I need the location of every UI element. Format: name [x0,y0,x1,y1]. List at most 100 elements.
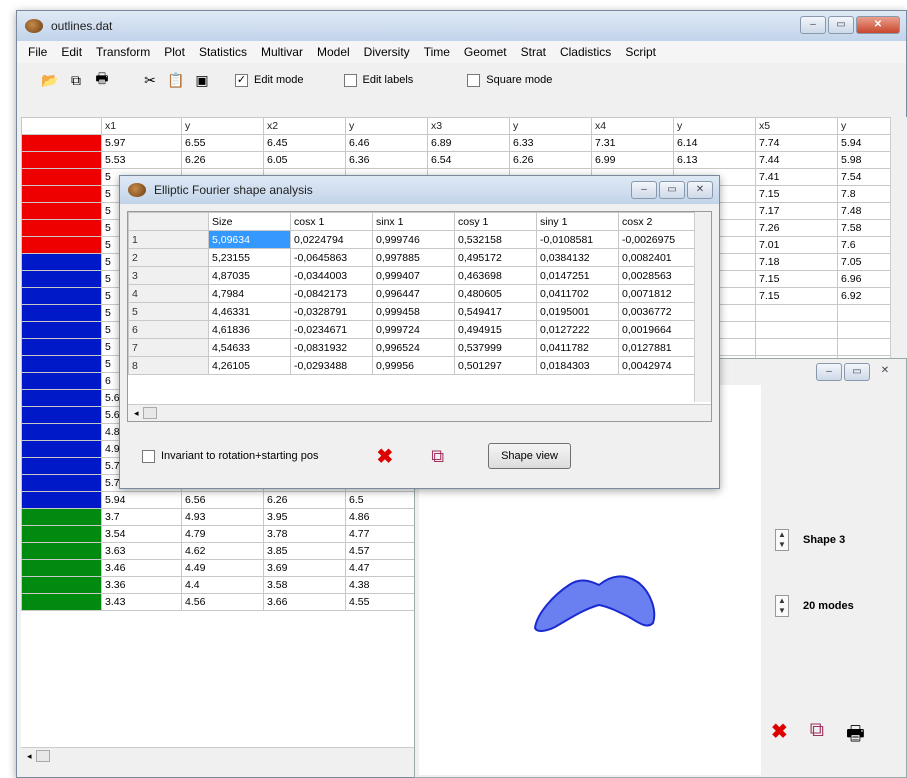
data-cell[interactable]: 3.69 [263,559,346,577]
row-header[interactable] [21,525,102,543]
data-cell[interactable]: 3.63 [101,542,182,560]
open-icon[interactable]: 📂 [39,69,61,91]
data-cell[interactable]: 6.33 [509,134,592,152]
row-header[interactable] [21,491,102,509]
row-header[interactable] [21,474,102,492]
data-cell[interactable]: -0,0108581 [536,230,619,249]
data-cell[interactable]: 4.93 [181,508,264,526]
row-header[interactable] [21,389,102,407]
data-cell[interactable]: -0,0234671 [290,320,373,339]
spreadsheet-hscroll[interactable]: ◂ [21,747,421,764]
column-header[interactable]: x2 [263,117,346,135]
row-header[interactable] [21,185,102,203]
data-cell[interactable]: 7.15 [755,270,838,288]
data-cell[interactable]: 6.05 [263,151,346,169]
data-cell[interactable]: 3.58 [263,576,346,594]
scroll-left-icon[interactable]: ◂ [27,751,32,762]
data-cell[interactable]: 4.4 [181,576,264,594]
row-number[interactable]: 7 [128,338,209,357]
data-cell[interactable]: 3.85 [263,542,346,560]
cut-icon[interactable]: ✂ [139,69,161,91]
data-cell[interactable]: 0,463698 [454,266,537,285]
data-cell[interactable]: 7.26 [755,219,838,237]
scroll-thumb[interactable] [142,407,157,419]
data-cell[interactable]: 7.31 [591,134,674,152]
column-header[interactable]: x5 [755,117,838,135]
close-button[interactable]: ✕ [872,363,898,381]
data-cell[interactable]: 0,999746 [372,230,455,249]
data-cell[interactable]: 7.15 [755,185,838,203]
data-cell[interactable] [755,304,838,322]
data-cell[interactable]: 5.94 [101,491,182,509]
data-cell[interactable]: 4,46331 [208,302,291,321]
row-header[interactable] [21,134,102,152]
data-cell[interactable] [755,321,838,339]
data-cell[interactable]: 4,87035 [208,266,291,285]
data-cell[interactable] [755,338,838,356]
data-cell[interactable]: 0,999458 [372,302,455,321]
menu-item[interactable]: Diversity [357,45,417,59]
data-cell[interactable]: 0,0147251 [536,266,619,285]
data-cell[interactable]: 0,0184303 [536,356,619,375]
copy-icon[interactable]: ⧉ [431,446,444,467]
close-button[interactable]: ✕ [856,16,900,34]
row-header[interactable] [21,151,102,169]
data-cell[interactable]: 0,996524 [372,338,455,357]
column-header[interactable]: x3 [427,117,510,135]
data-cell[interactable]: 0,0082401 [618,248,701,267]
data-cell[interactable]: 6.26 [181,151,264,169]
data-cell[interactable]: 0,997885 [372,248,455,267]
column-header[interactable]: sinx 1 [372,212,455,231]
column-header[interactable]: cosx 1 [290,212,373,231]
data-cell[interactable]: 0,999407 [372,266,455,285]
data-cell[interactable]: 0,0019664 [618,320,701,339]
data-cell[interactable]: -0,0842173 [290,284,373,303]
data-cell[interactable]: 4.49 [181,559,264,577]
data-cell[interactable]: 4,7984 [208,284,291,303]
data-cell[interactable]: 4.62 [181,542,264,560]
row-number[interactable]: 5 [128,302,209,321]
data-cell[interactable]: 7.18 [755,253,838,271]
row-header[interactable] [21,321,102,339]
row-header[interactable] [21,219,102,237]
data-cell[interactable]: 3.43 [101,593,182,611]
data-cell[interactable]: 0,495172 [454,248,537,267]
data-cell[interactable]: 4,26105 [208,356,291,375]
data-cell[interactable]: -0,0344003 [290,266,373,285]
modes-spinner[interactable]: ▲ ▼ [775,595,789,617]
data-cell[interactable]: 4,61836 [208,320,291,339]
menu-item[interactable]: Multivar [254,45,310,59]
data-cell[interactable]: 6.45 [263,134,346,152]
data-cell[interactable]: 6.26 [509,151,592,169]
row-number[interactable]: 2 [128,248,209,267]
row-header[interactable] [21,559,102,577]
row-header[interactable] [21,372,102,390]
data-cell[interactable]: 7.15 [755,287,838,305]
row-header[interactable] [21,338,102,356]
data-cell[interactable]: 0,0127881 [618,338,701,357]
data-cell[interactable]: -0,0831932 [290,338,373,357]
row-number[interactable]: 3 [128,266,209,285]
row-header[interactable] [21,440,102,458]
data-cell[interactable]: 5,09634 [208,230,291,249]
maximize-button[interactable]: ▭ [659,181,685,199]
data-cell[interactable]: 0,0071812 [618,284,701,303]
row-header[interactable] [21,423,102,441]
data-cell[interactable]: 0,480605 [454,284,537,303]
data-cell[interactable]: 0,494915 [454,320,537,339]
data-cell[interactable]: 5.97 [101,134,182,152]
data-cell[interactable]: 6.55 [181,134,264,152]
data-cell[interactable]: -0,0328791 [290,302,373,321]
scroll-thumb[interactable] [35,750,50,762]
data-cell[interactable]: 6.46 [345,134,428,152]
data-cell[interactable]: 4.56 [181,593,264,611]
data-cell[interactable]: 4.79 [181,525,264,543]
column-header[interactable]: y [345,117,428,135]
edit-mode-checkbox[interactable]: ✓ Edit mode [235,73,304,87]
data-cell[interactable]: 0,0384132 [536,248,619,267]
data-cell[interactable]: 3.78 [263,525,346,543]
row-header[interactable] [21,168,102,186]
efa-results-grid[interactable]: Size cosx 1 sinx 1 cosy 1 siny 1 cosx 2 1 5,09… [127,211,712,422]
data-cell[interactable]: -0,0293488 [290,356,373,375]
row-header[interactable] [21,457,102,475]
